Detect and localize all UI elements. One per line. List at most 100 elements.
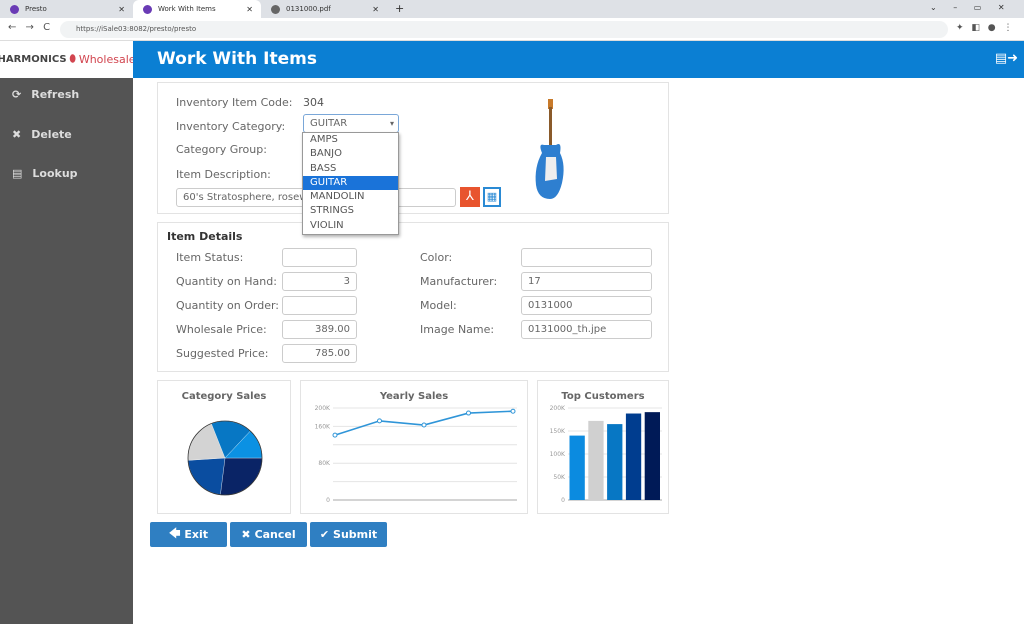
nav-buttons[interactable]: ← → C bbox=[8, 22, 50, 33]
field-input[interactable]: 17 bbox=[521, 272, 652, 291]
bar bbox=[644, 412, 660, 500]
close-tab-icon[interactable]: ✕ bbox=[118, 5, 125, 14]
close-icon: ✖ bbox=[241, 528, 251, 541]
data-point bbox=[377, 418, 382, 424]
browser-toolbar-icons[interactable]: ✦ ◧ ● ⋮ bbox=[956, 23, 1012, 33]
tab-work-with-items[interactable]: Work With Items ✕ bbox=[133, 0, 261, 18]
option-amps[interactable]: AMPS bbox=[303, 133, 398, 147]
field-input[interactable]: 0131000 bbox=[521, 296, 652, 315]
y-tick-label: 80K bbox=[318, 460, 331, 467]
bar bbox=[625, 413, 642, 500]
field-label: Quantity on Hand: bbox=[176, 275, 277, 288]
y-tick-label: 150K bbox=[550, 428, 566, 435]
y-tick-label: 200K bbox=[315, 405, 331, 412]
y-tick-label: 50K bbox=[553, 474, 566, 481]
field-label: Quantity on Order: bbox=[176, 299, 280, 312]
option-banjo[interactable]: BANJO bbox=[303, 147, 398, 161]
bar bbox=[607, 424, 623, 500]
logo-mark-icon: ⬮ bbox=[69, 54, 76, 65]
category-sales-chart: Category Sales bbox=[157, 380, 291, 514]
list-icon: ▤ bbox=[12, 167, 23, 180]
new-tab-button[interactable]: + bbox=[395, 2, 404, 15]
item-code-value: 304 bbox=[303, 96, 324, 109]
group-label: Category Group: bbox=[176, 143, 267, 156]
option-bass[interactable]: BASS bbox=[303, 162, 398, 176]
field-label: Model: bbox=[420, 299, 457, 312]
field-input[interactable]: 389.00 bbox=[282, 320, 357, 339]
category-label: Inventory Category: bbox=[176, 120, 286, 133]
data-point bbox=[332, 432, 338, 438]
option-violin[interactable]: VIOLIN bbox=[303, 219, 398, 233]
section-title: Item Details bbox=[167, 230, 243, 243]
window-controls[interactable]: ⌄ – ▭ ✕ bbox=[930, 3, 1005, 12]
check-icon: ✔ bbox=[319, 528, 330, 541]
top-customers-chart: Top Customers 200K 150K 100K 50K 0 bbox=[537, 380, 669, 514]
y-tick-label: 160K bbox=[315, 423, 331, 430]
y-tick-label: 0 bbox=[561, 497, 565, 504]
exit-label: Exit bbox=[184, 528, 208, 541]
option-mandolin[interactable]: MANDOLIN bbox=[303, 190, 398, 204]
field-label: Suggested Price: bbox=[176, 347, 269, 360]
field-input[interactable]: 3 bbox=[282, 272, 357, 291]
pdf-icon[interactable]: ⅄ bbox=[460, 187, 480, 207]
description-label: Item Description: bbox=[176, 168, 271, 181]
sidebar-item-delete[interactable]: ✖ Delete bbox=[12, 128, 72, 141]
item-code-label: Inventory Item Code: bbox=[176, 96, 293, 109]
pie-chart bbox=[187, 420, 263, 496]
field-label: Item Status: bbox=[176, 251, 244, 264]
presto-icon bbox=[10, 4, 19, 14]
logout-icon[interactable]: ▤➜ bbox=[995, 51, 1018, 66]
tab-label: 0131000.pdf bbox=[286, 5, 331, 13]
close-tab-icon[interactable]: ✕ bbox=[372, 5, 379, 14]
pie-slice bbox=[220, 457, 263, 496]
item-header-panel: Inventory Item Code: 304 Inventory Categ… bbox=[157, 82, 669, 214]
cancel-button[interactable]: ✖ Cancel bbox=[230, 522, 307, 547]
url-field[interactable]: https://iSale03:8082/presto/presto bbox=[60, 21, 948, 38]
field-input[interactable]: 0131000_th.jpe bbox=[521, 320, 652, 339]
sidebar: HARMONICS ⬮ Wholesale ⟳ Refresh ✖ Delete ▤ Lo… bbox=[0, 41, 136, 624]
yearly-sales-chart: Yearly Sales 200K 160K 80K 0 bbox=[300, 380, 528, 514]
chart-title: Category Sales bbox=[181, 391, 267, 402]
sidebar-item-refresh[interactable]: ⟳ Refresh bbox=[12, 88, 79, 101]
sidebar-item-label: Delete bbox=[31, 128, 72, 141]
sidebar-item-lookup[interactable]: ▤ Lookup bbox=[12, 167, 78, 180]
address-bar-row: ← → C https://iSale03:8082/presto/presto… bbox=[0, 18, 1024, 41]
logo: HARMONICS ⬮ Wholesale bbox=[0, 41, 136, 78]
y-tick-label: 100K bbox=[550, 451, 566, 458]
line-chart: 200K 160K 80K 0 bbox=[315, 405, 517, 504]
refresh-icon: ⟳ bbox=[12, 88, 22, 101]
category-select[interactable]: GUITAR ▾ bbox=[303, 114, 399, 133]
bar bbox=[569, 435, 585, 500]
field-label: Color: bbox=[420, 251, 453, 264]
cancel-label: Cancel bbox=[254, 528, 296, 541]
tab-label: Work With Items bbox=[158, 5, 216, 13]
field-label: Image Name: bbox=[420, 323, 495, 336]
field-input[interactable] bbox=[282, 248, 357, 267]
page-header: Work With Items ▤➜ bbox=[133, 41, 1024, 78]
tab-pdf[interactable]: 0131000.pdf ✕ bbox=[261, 0, 387, 18]
category-dropdown-list: AMPS BANJO BASS GUITAR MANDOLIN STRINGS … bbox=[302, 132, 399, 235]
close-tab-icon[interactable]: ✕ bbox=[246, 5, 253, 14]
submit-button[interactable]: ✔ Submit bbox=[310, 522, 387, 547]
close-icon: ✖ bbox=[12, 128, 22, 141]
option-guitar[interactable]: GUITAR bbox=[303, 175, 398, 191]
field-input[interactable] bbox=[282, 296, 357, 315]
video-icon[interactable]: ▦ bbox=[483, 187, 501, 207]
sidebar-item-label: Lookup bbox=[32, 167, 78, 180]
sidebar-item-label: Refresh bbox=[31, 88, 80, 101]
pie-slice bbox=[187, 457, 226, 495]
globe-icon bbox=[271, 4, 280, 14]
data-point bbox=[466, 410, 471, 416]
exit-button[interactable]: 🡄 Exit bbox=[150, 522, 227, 547]
option-strings[interactable]: STRINGS bbox=[303, 204, 398, 218]
page-title: Work With Items bbox=[157, 49, 317, 69]
field-input[interactable] bbox=[521, 248, 652, 267]
submit-label: Submit bbox=[333, 528, 378, 541]
field-label: Manufacturer: bbox=[420, 275, 498, 288]
y-tick-label: 0 bbox=[326, 497, 330, 504]
field-input[interactable]: 785.00 bbox=[282, 344, 357, 363]
field-label: Wholesale Price: bbox=[176, 323, 267, 336]
tab-presto[interactable]: Presto ✕ bbox=[0, 0, 133, 18]
presto-icon bbox=[143, 4, 152, 14]
bar-chart: 200K 150K 100K 50K 0 bbox=[550, 405, 662, 504]
